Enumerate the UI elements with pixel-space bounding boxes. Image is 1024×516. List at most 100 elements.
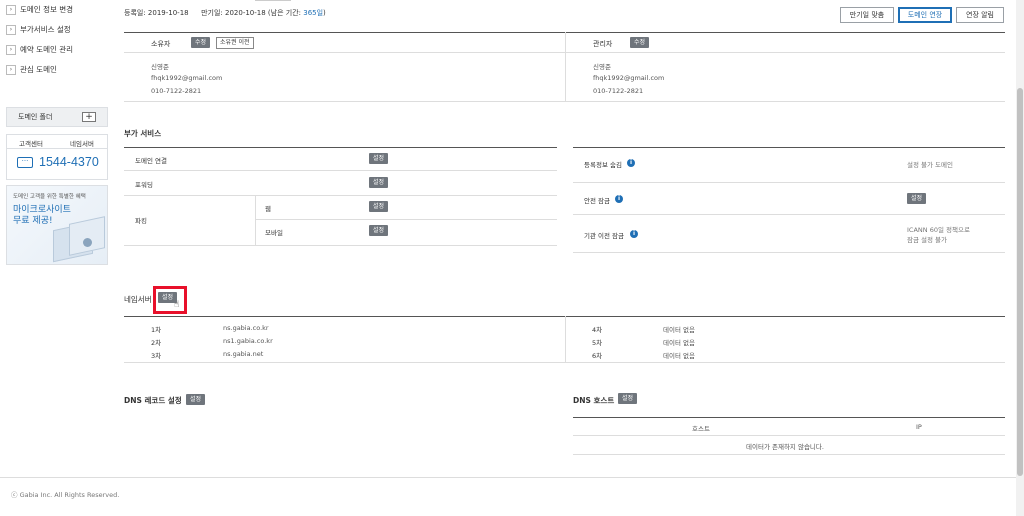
safe-lock-set-button[interactable]: 설정 [907,193,927,204]
dns-host-set-button[interactable]: 설정 [618,393,638,404]
exp-date: 2020-10-18 [225,9,266,17]
addons-row-divider [255,219,557,220]
promo-text-small: 도메인 고객을 위한 특별한 혜택 [13,194,86,200]
microsite-promo-banner[interactable]: 도메인 고객을 위한 특별한 혜택 마이크로사이트 무료 제공! [6,185,108,265]
addons-row-divider [124,195,557,196]
scrollbar-thumb[interactable] [1017,88,1023,476]
sidebar-menu-label: 예약 도메인 관리 [20,45,74,54]
dns-host-col-ip: IP [916,423,922,431]
promo-illustration [47,216,107,264]
addons-right-top-divider [573,147,1005,148]
sidebar-menu-item-domain-info[interactable]: › 도메인 정보 변경 [6,3,116,15]
admin-email: fhqk1992@gmail.com [593,74,665,82]
owner-email: fhqk1992@gmail.com [151,74,223,82]
parking-label: 파킹 [135,217,147,225]
chevron-right-icon: › [6,65,16,75]
info-icon[interactable]: i [627,159,635,167]
folder-add-button[interactable]: + [82,112,96,122]
domain-connect-set-button[interactable]: 설정 [369,153,389,164]
safe-lock-label: 안전 잠금 [584,197,610,205]
addons-right-bottom-divider [573,252,1005,253]
top-edge-divider [255,0,291,1]
renewal-alert-button[interactable]: 연장 알림 [956,7,1004,23]
registration-info: 등록일: 2019-10-18 만기일: 2020-10-18 (남은 기간: … [124,8,326,18]
addons-row-divider [124,170,557,171]
dns-host-empty-message: 데이터가 존재하지 않습니다. [746,443,824,451]
forwarding-label: 포워딩 [135,181,153,189]
support-divider [7,148,107,149]
support-box: 고객센터 네임서버 ··· 1544-4370 [6,134,108,180]
ns-host: ns1.gabia.co.kr [223,337,273,345]
ns-host: 데이터 없음 [663,339,695,347]
parking-vertical-divider [255,195,256,245]
addons-right-row-divider [573,182,1005,183]
ns-host: 데이터 없음 [663,326,695,334]
addons-left-bottom-divider [124,245,557,246]
remaining-days: 365일 [303,9,324,17]
dns-record-title: DNS 레코드 설정 [124,396,182,405]
owner-title: 소유자 [151,40,171,48]
contact-vertical-divider [565,32,566,102]
match-expiry-button[interactable]: 만기일 맞춤 [840,7,894,23]
tab-nameserver[interactable]: 네임서버 [70,138,94,148]
nameserver-title: 네임서버 [124,295,152,304]
reg-date-label: 등록일: [124,9,146,17]
chat-icon: ··· [17,157,33,168]
admin-title: 관리자 [593,40,613,48]
addons-left-top-divider [124,147,557,148]
tab-customer-center[interactable]: 고객센터 [19,138,43,148]
dns-host-title: DNS 호스트 [573,396,615,405]
reg-date: 2019-10-18 [147,9,189,17]
info-icon[interactable]: i [615,195,623,203]
extend-domain-button[interactable]: 도메인 연장 [898,7,952,23]
support-phone: 1544-4370 [39,155,99,169]
domain-folder-label: 도메인 폴더 [18,113,53,121]
sidebar-menu-item-addon-settings[interactable]: › 부가서비스 설정 [6,23,116,35]
owner-name: 신영준 [151,63,169,71]
privacy-label: 등록정보 숨김 [584,161,622,169]
ns-order: 1차 [151,326,162,334]
owner-phone: 010-7122-2821 [151,87,202,95]
footer-copyright: ⓒ Gabia Inc. All Rights Reserved. [11,491,120,499]
ns-host: ns.gabia.net [223,350,264,358]
nameserver-vertical-divider [565,316,566,362]
dns-host-table-bottom [573,454,1005,455]
remaining-prefix: (남은 기간: [267,9,301,17]
dns-host-table-top [573,417,1005,418]
domain-folder-box: 도메인 폴더 + [6,107,108,127]
ns-order: 5차 [592,339,603,347]
mouse-cursor-icon: ☝ [174,300,180,310]
remaining-suffix: ) [323,9,326,17]
ns-host: 데이터 없음 [663,352,695,360]
parking-mobile-set-button[interactable]: 설정 [369,225,389,236]
addons-right-row-divider [573,214,1005,215]
chevron-right-icon: › [6,45,16,55]
domain-connect-label: 도메인 연결 [135,157,167,165]
parking-web-label: 웹 [265,205,271,213]
sidebar-menu-item-watch-domain[interactable]: › 관심 도메인 [6,63,116,75]
owner-transfer-button[interactable]: 소유권 이전 [216,37,254,49]
dns-record-set-button[interactable]: 설정 [186,394,206,405]
contact-bottom-divider [124,101,1005,102]
ns-order: 3차 [151,352,162,360]
footer-divider [0,477,1016,478]
dns-host-col-host: 호스트 [692,425,710,433]
sidebar-menu-label: 부가서비스 설정 [20,25,71,34]
ns-host: ns.gabia.co.kr [223,324,269,332]
chevron-right-icon: › [6,25,16,35]
dns-host-table-header-divider [573,435,1005,436]
admin-edit-button[interactable]: 수정 [630,37,650,48]
owner-edit-button[interactable]: 수정 [191,37,211,48]
nameserver-bottom-divider [124,362,1005,363]
page-scrollbar[interactable] [1016,0,1024,516]
agency-lock-label: 기관 이전 잠금 [584,232,625,240]
addons-title: 부가 서비스 [124,129,162,138]
forwarding-set-button[interactable]: 설정 [369,177,389,188]
parking-web-set-button[interactable]: 설정 [369,201,389,212]
exp-date-label: 만기일: [201,9,223,17]
info-icon[interactable]: i [630,230,638,238]
privacy-value: 설정 불가 도메인 [907,161,953,169]
ns-order: 4차 [592,326,603,334]
sidebar-menu-item-reserved-domain[interactable]: › 예약 도메인 관리 [6,43,116,55]
chevron-right-icon: › [6,5,16,15]
